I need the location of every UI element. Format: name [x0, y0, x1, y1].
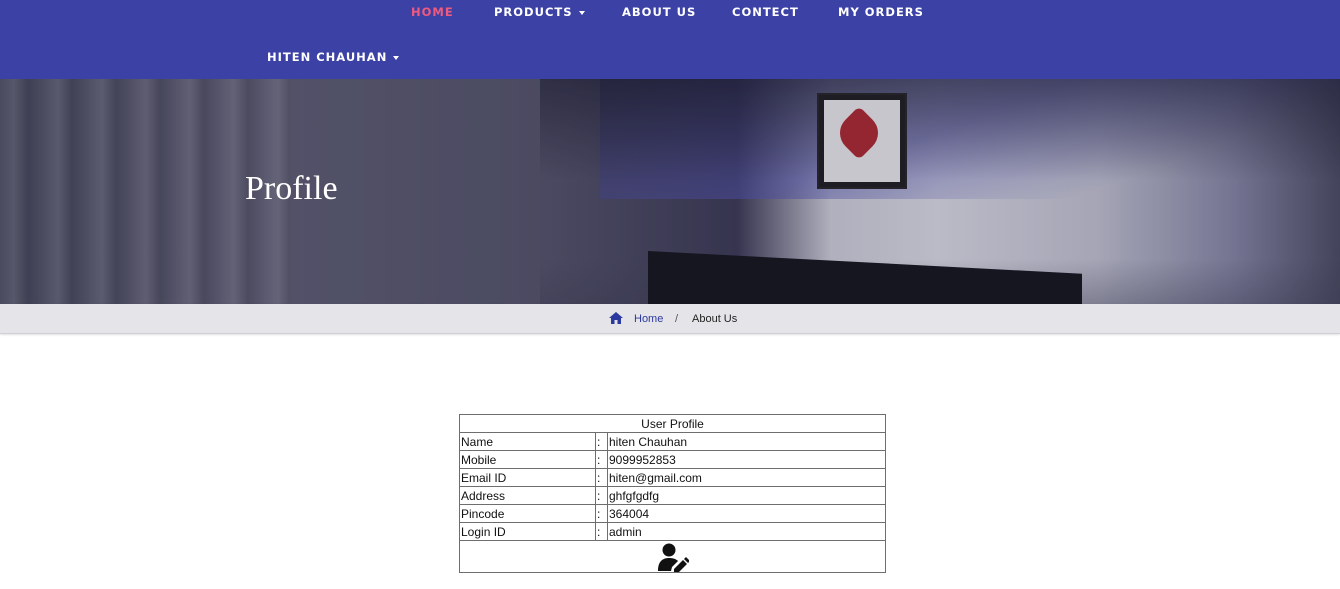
table-row: Name : hiten Chauhan [459, 432, 886, 451]
row-colon: : [595, 432, 608, 451]
row-label: Pincode [459, 504, 596, 523]
navbar: HOME PRODUCTS ABOUT US CONTECT MY ORDERS… [0, 0, 1340, 79]
edit-profile-cell [459, 540, 886, 573]
nav-my-orders[interactable]: MY ORDERS [838, 5, 924, 19]
nav-home[interactable]: HOME [411, 5, 454, 19]
nav-contact[interactable]: CONTECT [732, 5, 799, 19]
row-colon: : [595, 486, 608, 505]
breadcrumb-separator: / [675, 313, 679, 325]
row-value: 364004 [607, 504, 886, 523]
page-title: Profile [245, 170, 338, 207]
row-label: Login ID [459, 522, 596, 541]
chevron-down-icon [578, 10, 585, 15]
breadcrumb-home-link[interactable]: Home [634, 312, 663, 326]
table-row: Email ID : hiten@gmail.com [459, 468, 886, 487]
row-colon: : [595, 504, 608, 523]
row-colon: : [595, 468, 608, 487]
row-value: 9099952853 [607, 450, 886, 469]
breadcrumb: Home / About Us [0, 304, 1340, 334]
row-value: hiten@gmail.com [607, 468, 886, 487]
hero-banner: Profile [0, 79, 1340, 304]
row-label: Address [459, 486, 596, 505]
user-edit-icon[interactable] [657, 542, 689, 572]
table-row: Pincode : 364004 [459, 504, 886, 523]
nav-user-label: HITEN CHAUHAN [267, 50, 388, 64]
table-caption: User Profile [459, 414, 886, 433]
table-row: Address : ghfgfgdfg [459, 486, 886, 505]
user-profile-table: User Profile Name : hiten Chauhan Mobile… [459, 414, 886, 573]
row-label: Name [459, 432, 596, 451]
home-icon[interactable] [609, 312, 623, 324]
row-value: hiten Chauhan [607, 432, 886, 451]
row-value: ghfgfgdfg [607, 486, 886, 505]
row-label: Mobile [459, 450, 596, 469]
chevron-down-icon [393, 55, 400, 60]
breadcrumb-current: About Us [692, 313, 738, 325]
row-colon: : [595, 450, 608, 469]
nav-products[interactable]: PRODUCTS [494, 5, 585, 19]
row-value: admin [607, 522, 886, 541]
nav-about[interactable]: ABOUT US [622, 5, 696, 19]
nav-products-label: PRODUCTS [494, 5, 573, 19]
table-header-row: User Profile [459, 414, 886, 433]
row-label: Email ID [459, 468, 596, 487]
table-row: Login ID : admin [459, 522, 886, 541]
table-row [459, 540, 886, 573]
table-row: Mobile : 9099952853 [459, 450, 886, 469]
nav-user-menu[interactable]: HITEN CHAUHAN [267, 50, 400, 64]
row-colon: : [595, 522, 608, 541]
